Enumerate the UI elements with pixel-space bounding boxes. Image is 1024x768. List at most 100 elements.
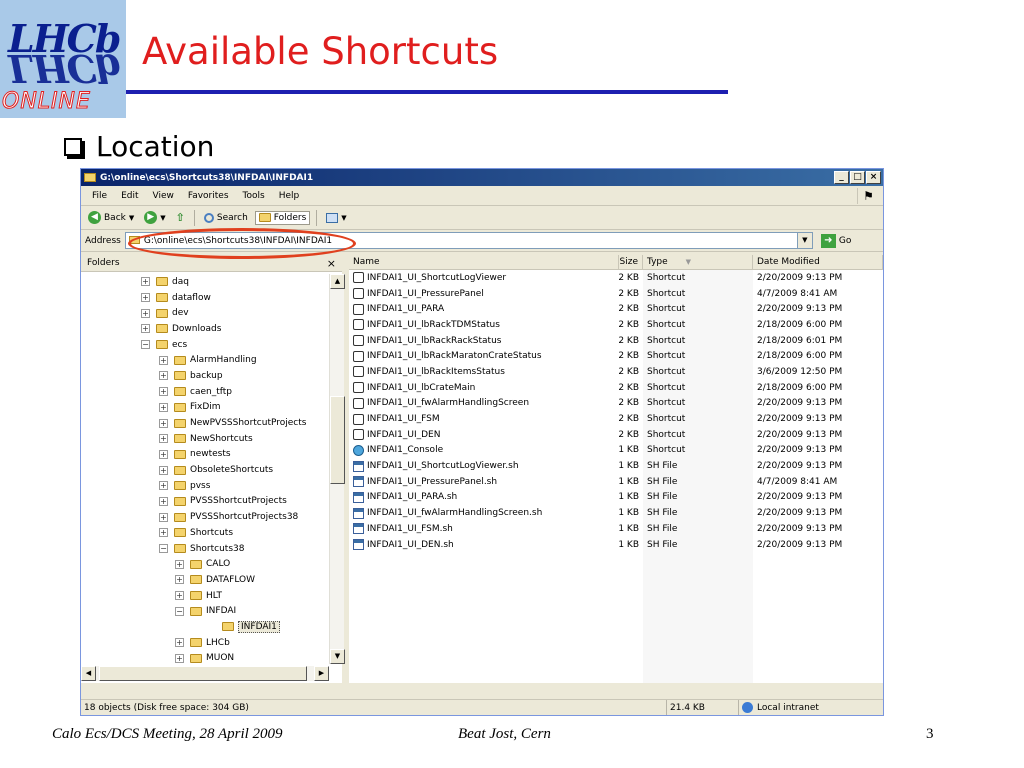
expand-icon[interactable]: + [141, 293, 150, 303]
scroll-thumb[interactable] [330, 396, 345, 484]
window-titlebar[interactable]: G:\online\ecs\Shortcuts38\INFDAI\INFDAI1… [81, 169, 883, 186]
tree-vertical-scrollbar[interactable]: ▲ ▼ [329, 274, 345, 664]
expand-icon[interactable]: + [159, 402, 168, 412]
expand-icon[interactable]: + [141, 308, 150, 318]
column-header-type[interactable]: Type ▼ [643, 255, 753, 269]
tree-horizontal-scrollbar[interactable]: ◀ ▶ [81, 666, 329, 681]
up-button[interactable]: ⇧ [173, 210, 188, 225]
menu-help[interactable]: Help [272, 191, 307, 201]
scroll-left-button[interactable]: ◀ [81, 666, 96, 681]
column-header-name[interactable]: Name [349, 255, 619, 269]
file-row[interactable]: INFDAI1_UI_DEN 2 KB Shortcut 2/20/2009 9:13… [349, 427, 883, 443]
expand-icon[interactable]: + [175, 653, 184, 663]
address-dropdown-button[interactable]: ▼ [796, 233, 812, 248]
tree-item[interactable]: + AlarmHandling [81, 352, 329, 368]
file-row[interactable]: INFDAI1_UI_FSM 2 KB Shortcut 2/20/2009 9:13… [349, 411, 883, 427]
tree-item[interactable]: + dataflow [81, 290, 329, 306]
folders-button[interactable]: Folders [254, 210, 311, 225]
file-row[interactable]: INFDAI1_UI_PressurePanel 2 KB Shortcut 4/7/… [349, 286, 883, 302]
scroll-thumb[interactable] [99, 666, 307, 681]
back-button[interactable]: ◀ Back ▼ [85, 210, 137, 225]
tree-item[interactable]: + newtests [81, 447, 329, 463]
column-header-size[interactable]: Size [619, 255, 643, 269]
tree-item[interactable]: − INFDAI [81, 603, 329, 619]
expand-icon[interactable]: + [175, 591, 184, 601]
expand-icon[interactable]: + [141, 277, 150, 287]
folders-pane-close-button[interactable]: × [327, 257, 336, 270]
tree-item[interactable]: INFDAI1 [81, 619, 329, 635]
tree-item[interactable]: + backup [81, 368, 329, 384]
tree-item[interactable]: + CALO [81, 556, 329, 572]
tree-item[interactable]: + Shortcuts [81, 525, 329, 541]
tree-item[interactable]: + PVSSShortcutProjects38 [81, 509, 329, 525]
tree-item[interactable]: + DATAFLOW [81, 572, 329, 588]
file-row[interactable]: INFDAI1_UI_ShortcutLogViewer.sh 1 KB SH Fi… [349, 458, 883, 474]
file-row[interactable]: INFDAI1_UI_PARA.sh 1 KB SH File 2/20/2009 9… [349, 490, 883, 506]
sh-file-icon [353, 539, 364, 551]
menu-tools[interactable]: Tools [236, 191, 272, 201]
expand-icon[interactable]: + [159, 434, 168, 444]
file-row[interactable]: INFDAI1_UI_lbCrateMain 2 KB Shortcut 2/18/2… [349, 380, 883, 396]
expand-icon[interactable]: + [159, 528, 168, 538]
file-row[interactable]: INFDAI1_UI_lbRackItemsStatus 2 KB Shortcut… [349, 364, 883, 380]
tree-item[interactable]: + caen_tftp [81, 384, 329, 400]
expand-icon[interactable]: + [159, 418, 168, 428]
tree-item[interactable]: + pvss [81, 478, 329, 494]
maximize-button[interactable]: □ [850, 171, 865, 184]
tree-item[interactable]: + MUON [81, 651, 329, 665]
file-row[interactable]: INFDAI1_UI_FSM.sh 1 KB SH File 2/20/2009 9:… [349, 521, 883, 537]
collapse-icon[interactable]: − [141, 340, 150, 350]
file-row[interactable]: INFDAI1_UI_PressurePanel.sh 1 KB SH File 4/… [349, 474, 883, 490]
file-row[interactable]: INFDAI1_UI_lbRackRackStatus 2 KB Shortcut 2… [349, 333, 883, 349]
menu-view[interactable]: View [146, 191, 181, 201]
tree-item[interactable]: + ObsoleteShortcuts [81, 462, 329, 478]
menu-favorites[interactable]: Favorites [181, 191, 236, 201]
tree-item[interactable]: + HLT [81, 588, 329, 604]
file-row[interactable]: INFDAI1_Console 1 KB Shortcut 2/20/2009 9:1… [349, 443, 883, 459]
expand-icon[interactable]: + [141, 324, 150, 334]
file-row[interactable]: INFDAI1_UI_lbRackMaratonCrateStatus 2 KB S… [349, 348, 883, 364]
file-row[interactable]: INFDAI1_UI_ShortcutLogViewer 2 KB Shortcut… [349, 270, 883, 286]
tree-item[interactable]: + FixDim [81, 400, 329, 416]
close-button[interactable]: × [866, 171, 881, 184]
go-button[interactable]: ➜ Go [820, 233, 851, 248]
expand-icon[interactable]: + [175, 559, 184, 569]
collapse-icon[interactable]: − [175, 606, 184, 616]
minimize-button[interactable]: _ [834, 171, 849, 184]
menu-edit[interactable]: Edit [114, 191, 145, 201]
column-header-date[interactable]: Date Modified [753, 255, 883, 269]
file-row[interactable]: INFDAI1_UI_lbRackTDMStatus 2 KB Shortcut 2/… [349, 317, 883, 333]
file-row[interactable]: INFDAI1_UI_PARA 2 KB Shortcut 2/20/2009 9:1… [349, 301, 883, 317]
scroll-right-button[interactable]: ▶ [314, 666, 329, 681]
expand-icon[interactable]: + [175, 575, 184, 585]
expand-icon[interactable]: + [159, 496, 168, 506]
expand-icon[interactable]: + [175, 638, 184, 648]
tree-item[interactable]: + LHCb [81, 635, 329, 651]
menu-file[interactable]: File [85, 191, 114, 201]
expand-icon[interactable]: + [159, 465, 168, 475]
expand-icon[interactable]: + [159, 371, 168, 381]
search-button[interactable]: Search [201, 212, 251, 224]
expand-icon[interactable]: + [159, 449, 168, 459]
expand-icon[interactable]: + [159, 387, 168, 397]
tree-item[interactable]: + dev [81, 305, 329, 321]
file-row[interactable]: INFDAI1_UI_fwAlarmHandlingScreen.sh 1 KB S… [349, 505, 883, 521]
views-button[interactable]: ▼ [323, 212, 349, 224]
collapse-icon[interactable]: − [159, 544, 168, 554]
scroll-up-button[interactable]: ▲ [330, 274, 345, 289]
tree-item[interactable]: + PVSSShortcutProjects [81, 494, 329, 510]
tree-item[interactable]: + NewPVSSShortcutProjects [81, 415, 329, 431]
tree-item[interactable]: + Downloads [81, 321, 329, 337]
file-row[interactable]: INFDAI1_UI_DEN.sh 1 KB SH File 2/20/2009 9:… [349, 537, 883, 553]
file-row[interactable]: INFDAI1_UI_fwAlarmHandlingScreen 2 KB Shor… [349, 396, 883, 412]
expand-icon[interactable]: + [159, 512, 168, 522]
expand-icon[interactable]: + [159, 481, 168, 491]
address-input[interactable]: G:\online\ecs\Shortcuts38\INFDAI\INFDAI1… [124, 232, 813, 249]
scroll-down-button[interactable]: ▼ [330, 649, 345, 664]
tree-item[interactable]: + NewShortcuts [81, 431, 329, 447]
tree-item[interactable]: − ecs [81, 337, 329, 353]
forward-button[interactable]: ▶ ▼ [141, 210, 168, 225]
tree-item[interactable]: − Shortcuts38 [81, 541, 329, 557]
tree-item[interactable]: + daq [81, 274, 329, 290]
expand-icon[interactable]: + [159, 355, 168, 365]
